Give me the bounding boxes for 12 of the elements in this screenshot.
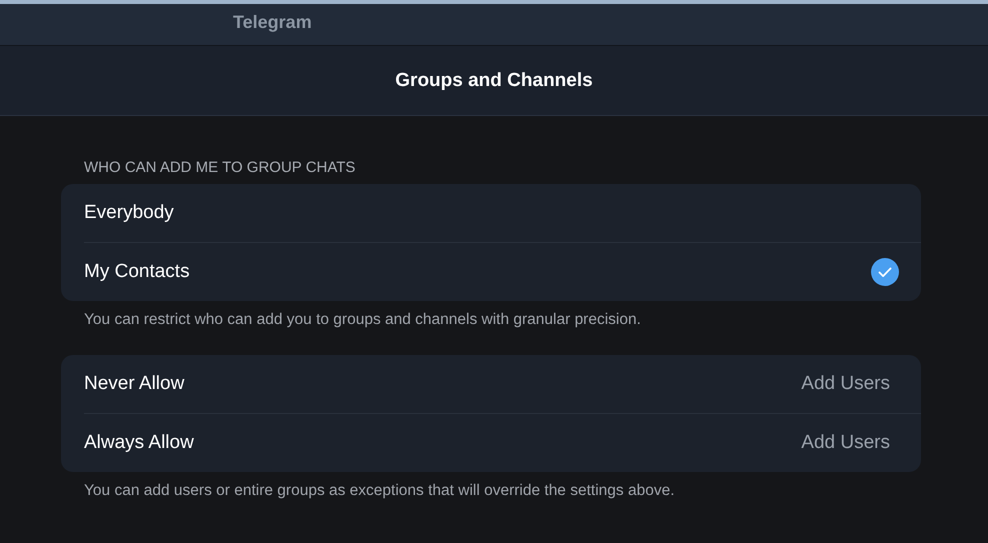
section-heading: WHO CAN ADD ME TO GROUP CHATS <box>84 159 356 176</box>
add-users-link[interactable]: Add Users <box>801 373 890 395</box>
row-label: Never Allow <box>84 373 186 395</box>
page-title: Groups and Channels <box>395 70 593 92</box>
option-row[interactable]: My Contacts <box>84 243 921 301</box>
section-footer: You can add users or entire groups as exceptions that will override the settings above. <box>84 482 674 500</box>
row-label: Always Allow <box>84 432 195 454</box>
section-footer: You can restrict who can add you to groups and channels with granular precision. <box>84 311 641 329</box>
add-users-link[interactable]: Add Users <box>801 432 890 454</box>
option-row[interactable]: Everybody <box>84 184 921 243</box>
checkmark-icon <box>871 258 899 286</box>
window-title: Telegram <box>233 12 312 33</box>
